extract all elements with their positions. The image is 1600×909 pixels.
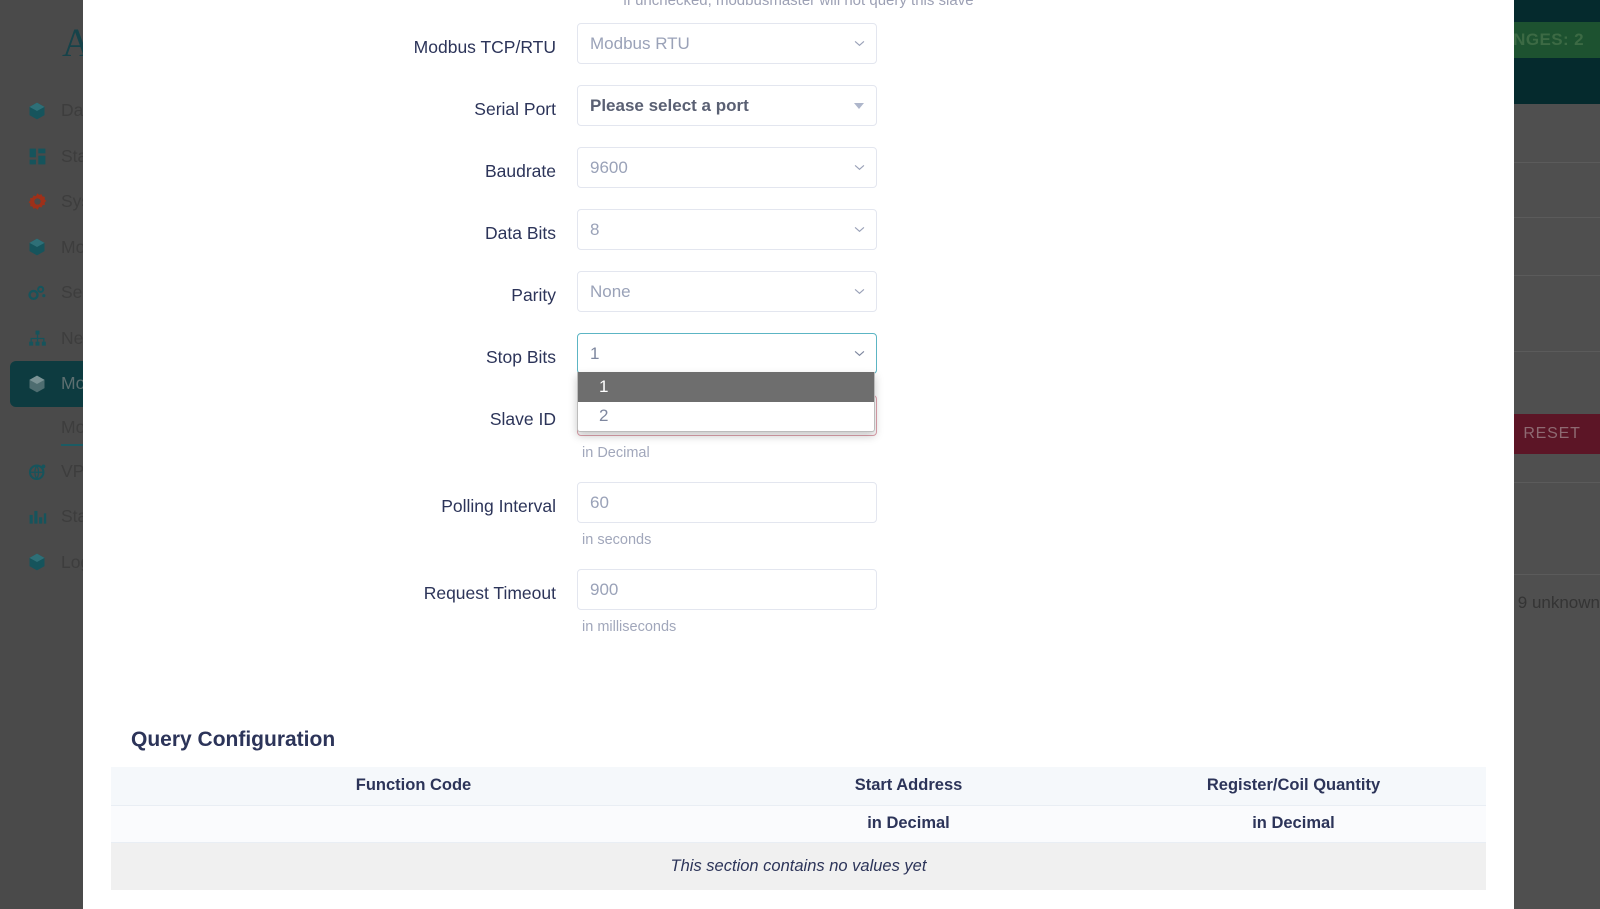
slave-settings-form: Modbus TCP/RTU Modbus RTU Serial Port [83, 23, 1514, 635]
column-header-start-address: Start Address [716, 767, 1101, 805]
field-control: 900 in milliseconds [577, 569, 877, 635]
field-label: Modbus TCP/RTU [83, 23, 577, 57]
stop-bits-select[interactable]: 1 [577, 333, 877, 374]
network-tree-icon [24, 327, 50, 349]
form-row-stop-bits: Stop Bits 1 1 2 [83, 333, 1514, 395]
select-value: Please select a port [590, 96, 749, 116]
table-head: Function Code Start Address Register/Coi… [111, 767, 1486, 805]
polling-interval-input[interactable]: 60 [577, 482, 877, 523]
column-header-function-code: Function Code [111, 767, 716, 805]
subheader-function-code [111, 805, 716, 842]
spacer [577, 64, 877, 85]
spacer [577, 126, 877, 147]
form-row-baudrate: Baudrate 9600 [83, 147, 1514, 209]
select-value: None [590, 282, 631, 302]
sidebar-item-label: Mo [61, 373, 85, 394]
spacer [577, 548, 877, 569]
services-nodes-icon [24, 282, 50, 304]
form-row-data-bits: Data Bits 8 [83, 209, 1514, 271]
field-label: Parity [83, 271, 577, 305]
select-value: Modbus RTU [590, 34, 690, 54]
field-label: Baudrate [83, 147, 577, 181]
select-value: 1 [590, 344, 599, 364]
cube-icon [24, 100, 50, 122]
cube-icon [24, 236, 50, 258]
field-label: Slave ID [83, 395, 577, 429]
modbus-tcp-rtu-select[interactable]: Modbus RTU [577, 23, 877, 64]
cube-icon [24, 551, 50, 573]
slave-id-helper: in Decimal [577, 436, 877, 461]
dropdown-option[interactable]: 2 [578, 402, 874, 432]
request-timeout-helper: in milliseconds [577, 610, 877, 635]
unknown-count-note: 9 unknown [1518, 593, 1600, 613]
spacer [577, 312, 877, 333]
field-control: 60 in seconds [577, 482, 877, 569]
parity-select[interactable]: None [577, 271, 877, 312]
stop-bits-dropdown-list[interactable]: 1 2 [577, 372, 875, 432]
table-empty-row: This section contains no values yet [111, 842, 1486, 890]
subheader-register-coil-quantity: in Decimal [1101, 805, 1486, 842]
query-configuration-title: Query Configuration [131, 728, 335, 752]
field-control: Please select a port [577, 85, 877, 147]
modbus-slave-modal: if unchecked, modbusmaster will not quer… [83, 0, 1514, 909]
field-label: Data Bits [83, 209, 577, 243]
bar-chart-icon [24, 506, 50, 528]
table-body: in Decimal in Decimal This section conta… [111, 805, 1486, 890]
field-control: 9600 [577, 147, 877, 209]
field-label: Serial Port [83, 85, 577, 119]
table-subheader-row: in Decimal in Decimal [111, 805, 1486, 842]
gear-icon [24, 191, 50, 213]
field-control: 8 [577, 209, 877, 271]
spacer [577, 188, 877, 209]
modal-body: if unchecked, modbusmaster will not quer… [83, 0, 1514, 909]
dashboard-grid-icon [24, 145, 50, 167]
form-row-serial-port: Serial Port Please select a port [83, 85, 1514, 147]
table-empty-message: This section contains no values yet [111, 842, 1486, 890]
caret-down-icon [854, 103, 864, 109]
input-value: 60 [590, 493, 609, 513]
enabled-hint-text: if unchecked, modbusmaster will not quer… [83, 0, 1514, 9]
field-label: Stop Bits [83, 333, 577, 367]
field-label: Polling Interval [83, 482, 577, 516]
column-header-register-coil-quantity: Register/Coil Quantity [1101, 767, 1486, 805]
reset-button[interactable]: RESET [1504, 414, 1600, 454]
globe-icon [24, 460, 50, 482]
dropdown-option[interactable]: 1 [578, 372, 874, 402]
select-value: 9600 [590, 158, 628, 178]
polling-interval-helper: in seconds [577, 523, 877, 548]
screen: A Das Stat [0, 0, 1600, 909]
form-row-modbus-tcp-rtu: Modbus TCP/RTU Modbus RTU [83, 23, 1514, 85]
table-header-row: Function Code Start Address Register/Coi… [111, 767, 1486, 805]
form-row-polling-interval: Polling Interval 60 in seconds [83, 482, 1514, 569]
sidebar-subitem-label: Mo [61, 417, 85, 438]
request-timeout-input[interactable]: 900 [577, 569, 877, 610]
query-configuration-table: Function Code Start Address Register/Coi… [111, 767, 1486, 890]
baudrate-select[interactable]: 9600 [577, 147, 877, 188]
field-control: Modbus RTU [577, 23, 877, 85]
select-value: 8 [590, 220, 599, 240]
serial-port-select[interactable]: Please select a port [577, 85, 877, 126]
form-row-parity: Parity None [83, 271, 1514, 333]
field-control: None [577, 271, 877, 333]
field-control: 1 1 2 [577, 333, 877, 395]
cube-icon [24, 373, 50, 395]
spacer [577, 250, 877, 271]
field-label: Request Timeout [83, 569, 577, 603]
subheader-start-address: in Decimal [716, 805, 1101, 842]
spacer [577, 461, 877, 482]
form-row-request-timeout: Request Timeout 900 in milliseconds [83, 569, 1514, 635]
sidebar-item-label: Mo [61, 237, 85, 258]
input-value: 900 [590, 580, 618, 600]
data-bits-select[interactable]: 8 [577, 209, 877, 250]
